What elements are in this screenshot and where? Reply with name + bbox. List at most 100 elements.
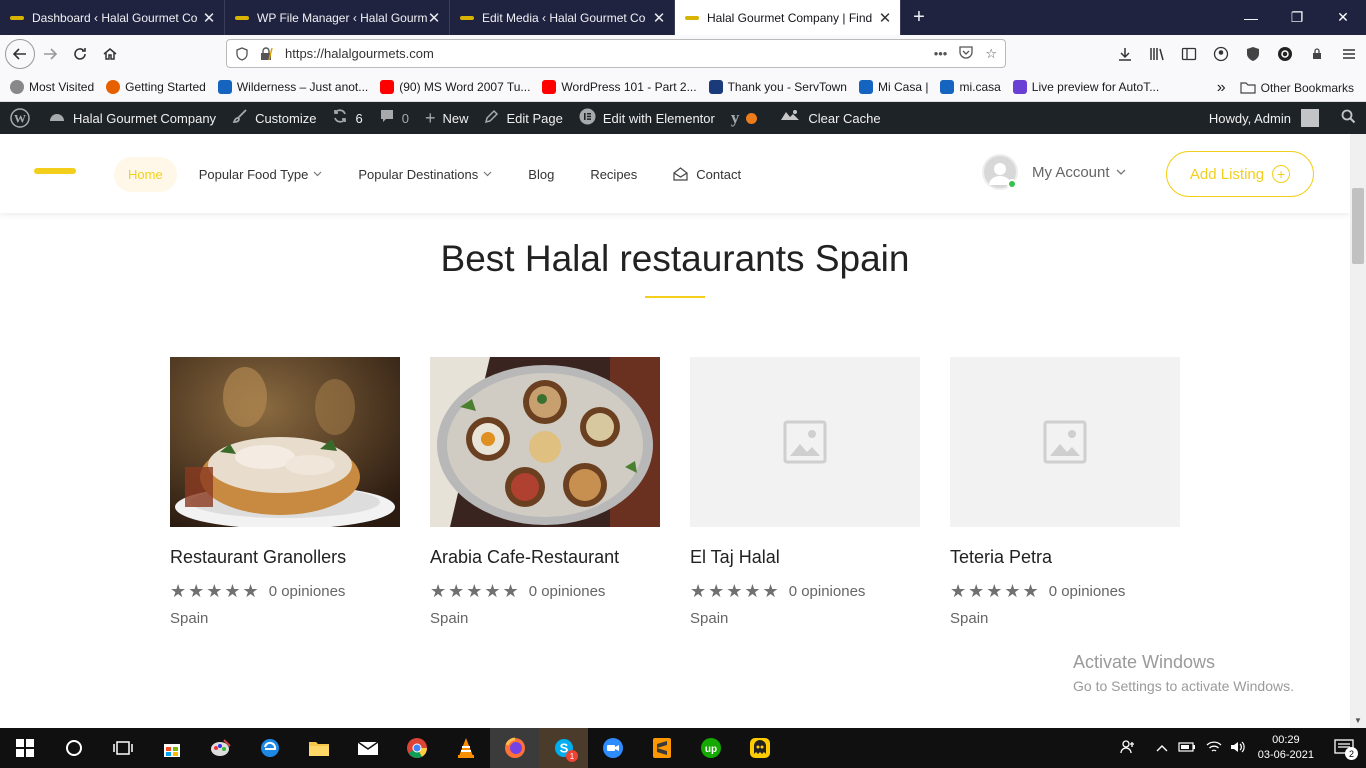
- minimize-button[interactable]: —: [1228, 0, 1274, 35]
- downloads-icon[interactable]: [1114, 39, 1136, 68]
- battery-icon[interactable]: [1178, 741, 1196, 756]
- task-view-button[interactable]: [98, 728, 147, 768]
- add-listing-button[interactable]: Add Listing +: [1166, 151, 1314, 197]
- bookmark-item[interactable]: Most Visited: [10, 80, 94, 94]
- volume-icon[interactable]: [1230, 740, 1246, 757]
- menu-item-popular-destinations[interactable]: Popular Destinations: [358, 167, 492, 182]
- library-icon[interactable]: [1146, 39, 1168, 68]
- wp-site-name[interactable]: Halal Gourmet Company: [40, 102, 224, 134]
- bookmark-item[interactable]: Mi Casa |: [858, 80, 928, 94]
- insecure-lock-icon[interactable]: [259, 46, 275, 61]
- browser-tab[interactable]: WP File Manager ‹ Halal Gourm ✕: [225, 0, 450, 35]
- skype-app[interactable]: S 1: [539, 728, 588, 768]
- listing-name[interactable]: Restaurant Granollers: [170, 547, 400, 568]
- page-scrollbar[interactable]: ▼: [1350, 134, 1366, 728]
- menu-item-popular-food-type[interactable]: Popular Food Type: [199, 167, 323, 182]
- wp-updates[interactable]: 6: [324, 102, 370, 134]
- restore-button[interactable]: ❐: [1274, 0, 1320, 35]
- browser-tab[interactable]: Dashboard ‹ Halal Gourmet Co ✕: [0, 0, 225, 35]
- edge-app[interactable]: [245, 728, 294, 768]
- vlc-app[interactable]: [441, 728, 490, 768]
- wp-comments[interactable]: 0: [371, 102, 417, 134]
- chevron-up-icon[interactable]: [1156, 741, 1168, 755]
- extension-lock-icon[interactable]: [1306, 39, 1328, 68]
- scroll-down-arrow-icon[interactable]: ▼: [1354, 716, 1362, 725]
- scrollbar-thumb[interactable]: [1352, 188, 1364, 264]
- account-icon[interactable]: [1210, 39, 1232, 68]
- wp-edit-page[interactable]: Edit Page: [476, 102, 570, 134]
- upwork-app[interactable]: up: [686, 728, 735, 768]
- browser-tab-active[interactable]: Halal Gourmet Company | Find ✕: [675, 0, 901, 35]
- zoom-app[interactable]: [588, 728, 637, 768]
- other-bookmarks[interactable]: Other Bookmarks: [1240, 81, 1354, 95]
- bookmark-item[interactable]: Live preview for AutoT...: [1012, 80, 1159, 94]
- sublime-app[interactable]: [637, 728, 686, 768]
- pocket-icon[interactable]: [959, 45, 973, 62]
- bookmark-star-icon[interactable]: ☆: [985, 46, 997, 62]
- back-button[interactable]: [5, 39, 35, 69]
- menu-hamburger-icon[interactable]: [1338, 39, 1360, 68]
- close-tab-icon[interactable]: ✕: [202, 9, 216, 27]
- close-window-button[interactable]: ✕: [1320, 0, 1366, 35]
- my-account-menu[interactable]: My Account: [982, 154, 1126, 190]
- page-actions-icon[interactable]: •••: [934, 46, 948, 61]
- menu-item-home[interactable]: Home: [114, 156, 177, 192]
- more-bookmarks-button[interactable]: »: [1217, 79, 1226, 97]
- forward-button[interactable]: [35, 39, 65, 69]
- close-tab-icon[interactable]: ✕: [878, 9, 892, 27]
- people-icon[interactable]: [1120, 739, 1136, 758]
- listing-card[interactable]: Restaurant Granollers ★★★★★ 0 opiniones …: [170, 357, 400, 627]
- browser-tab[interactable]: Edit Media ‹ Halal Gourmet Co ✕: [450, 0, 675, 35]
- bookmark-item[interactable]: Wilderness – Just anot...: [217, 80, 368, 94]
- wifi-icon[interactable]: [1206, 740, 1222, 757]
- start-button[interactable]: [0, 728, 49, 768]
- listing-name[interactable]: El Taj Halal: [690, 547, 920, 568]
- cyberghost-app[interactable]: [735, 728, 784, 768]
- wp-yoast[interactable]: y: [723, 102, 766, 134]
- extension-circle-icon[interactable]: [1274, 39, 1296, 68]
- file-explorer-app[interactable]: [294, 728, 343, 768]
- action-center-button[interactable]: 2: [1334, 739, 1358, 760]
- menu-item-blog[interactable]: Blog: [528, 167, 554, 182]
- listing-name[interactable]: Teteria Petra: [950, 547, 1180, 568]
- wp-customize[interactable]: Customize: [224, 102, 324, 134]
- menu-item-contact[interactable]: Contact: [673, 167, 741, 182]
- chrome-app[interactable]: [392, 728, 441, 768]
- wp-edit-elementor[interactable]: Edit with Elementor: [571, 102, 723, 134]
- listing-name[interactable]: Arabia Cafe-Restaurant: [430, 547, 660, 568]
- store-app[interactable]: [147, 728, 196, 768]
- home-button[interactable]: [95, 39, 125, 69]
- reload-button[interactable]: [65, 39, 95, 69]
- search-button[interactable]: [49, 728, 98, 768]
- close-tab-icon[interactable]: ✕: [427, 9, 441, 27]
- system-clock[interactable]: 00:29 03-06-2021: [1258, 733, 1314, 763]
- listing-image-placeholder[interactable]: [950, 357, 1180, 527]
- search-icon[interactable]: [1341, 109, 1356, 127]
- extension-shield-icon[interactable]: [1242, 39, 1264, 68]
- listing-image-placeholder[interactable]: [690, 357, 920, 527]
- new-tab-button[interactable]: +: [901, 0, 937, 35]
- wp-logo-button[interactable]: W: [0, 102, 40, 134]
- bookmark-item[interactable]: WordPress 101 - Part 2...: [542, 80, 697, 94]
- bookmark-item[interactable]: (90) MS Word 2007 Tu...: [380, 80, 530, 94]
- sidebar-icon[interactable]: [1178, 39, 1200, 68]
- wp-new[interactable]: + New: [417, 102, 477, 134]
- listing-card[interactable]: Arabia Cafe-Restaurant ★★★★★ 0 opiniones…: [430, 357, 660, 627]
- shield-icon[interactable]: [235, 46, 249, 61]
- listing-image[interactable]: [170, 357, 400, 527]
- listing-image[interactable]: [430, 357, 660, 527]
- bookmark-item[interactable]: mi.casa: [940, 80, 1001, 94]
- listing-card[interactable]: Teteria Petra ★★★★★ 0 opiniones Spain: [950, 357, 1180, 627]
- bookmark-item[interactable]: Getting Started: [106, 80, 206, 94]
- site-logo[interactable]: [34, 168, 76, 174]
- paint-app[interactable]: [196, 728, 245, 768]
- wp-clear-cache[interactable]: Clear Cache: [771, 102, 888, 134]
- bookmark-item[interactable]: Thank you - ServTown: [708, 80, 847, 94]
- menu-item-recipes[interactable]: Recipes: [590, 167, 637, 182]
- address-bar[interactable]: https://halalgourmets.com ••• ☆: [226, 39, 1006, 68]
- wp-user-menu[interactable]: Howdy, Admin: [1209, 102, 1356, 134]
- firefox-app[interactable]: [490, 728, 539, 768]
- close-tab-icon[interactable]: ✕: [652, 9, 666, 27]
- mail-app[interactable]: [343, 728, 392, 768]
- listing-card[interactable]: El Taj Halal ★★★★★ 0 opiniones Spain: [690, 357, 920, 627]
